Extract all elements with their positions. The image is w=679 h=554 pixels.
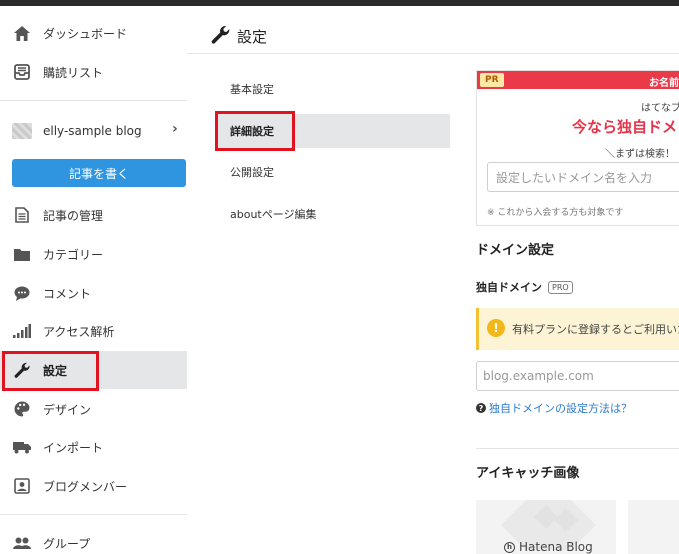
chevron-right-icon: ›: [172, 121, 178, 137]
hatena-blog-logo: h Hatena Blog: [504, 540, 593, 554]
domain-search-input[interactable]: 設定したいドメイン名を入力: [487, 162, 679, 192]
custom-domain-label: 独自ドメイン: [476, 281, 542, 294]
notice-text: 有料プランに登録するとご利用いた: [512, 323, 679, 336]
eyecatch-title: アイキャッチ画像: [476, 466, 580, 481]
sidebar-item-analytics[interactable]: アクセス解析: [0, 312, 187, 350]
header-divider: [187, 53, 679, 54]
custom-domain-input[interactable]: blog.example.com: [476, 361, 679, 391]
sidebar-item-import[interactable]: インポート: [0, 428, 187, 466]
sidebar-item-label: コメント: [43, 286, 92, 301]
sidebar-item-label: 記事の管理: [43, 208, 104, 223]
help-link-text: 独自ドメインの設定方法は？: [489, 402, 632, 415]
import-icon: [12, 437, 32, 457]
sidebar-item-dashboard[interactable]: ダッシュボード: [0, 14, 187, 52]
sidebar-item-group[interactable]: グループ: [0, 524, 187, 554]
advanced-settings-highlight-box: [215, 111, 295, 151]
write-article-button[interactable]: 記事を書く: [12, 159, 186, 187]
sidebar-item-label: インポート: [43, 440, 104, 455]
sidebar-item-label: カテゴリー: [43, 247, 104, 262]
pro-badge: PRO: [548, 280, 573, 294]
folder-icon: [12, 244, 32, 264]
warning-icon: !: [487, 319, 505, 337]
promo-bar-text: お名前.: [649, 78, 679, 89]
domain-settings-title: ドメイン設定: [476, 243, 555, 258]
sidebar-item-articles[interactable]: 記事の管理: [0, 196, 187, 234]
sidebar-item-subscriptions[interactable]: 購読リスト: [0, 53, 187, 91]
tab-publish-settings[interactable]: 公開設定: [218, 155, 450, 189]
home-icon: [12, 23, 32, 43]
tab-basic-settings[interactable]: 基本設定: [218, 72, 450, 106]
promo-headline: 今なら独自ドメ: [572, 118, 678, 136]
wrench-icon: [211, 25, 231, 48]
page-header: 設定: [211, 25, 268, 48]
promo-header-bar: PR お名前.: [477, 71, 679, 89]
sidebar-item-label: 購読リスト: [43, 65, 104, 80]
hatena-logo-icon: h: [504, 541, 515, 553]
tab-about-page-edit[interactable]: aboutページ編集: [218, 197, 450, 231]
sidebar-divider: [0, 514, 187, 515]
pr-tag: PR: [480, 73, 504, 87]
settings-highlight-box: [2, 351, 99, 391]
sidebar-divider: [0, 100, 187, 101]
pro-plan-notice: ! 有料プランに登録するとご利用いた: [476, 308, 679, 350]
palette-icon: [12, 399, 32, 419]
inbox-icon: [12, 62, 32, 82]
sidebar-item-design[interactable]: デザイン: [0, 390, 187, 428]
document-icon: [12, 205, 32, 225]
section-divider: [476, 448, 679, 449]
eyecatch-image-option[interactable]: [628, 500, 679, 554]
question-icon: ?: [476, 403, 486, 413]
member-icon: [12, 476, 32, 496]
comment-icon: [12, 283, 32, 303]
domain-help-link[interactable]: ? 独自ドメインの設定方法は？: [476, 400, 632, 416]
domain-promo-banner: PR お名前. はてなブ 今なら独自ドメ ＼まずは検索！ 設定したいドメイン名を…: [476, 70, 679, 226]
blog-thumbnail: [12, 123, 32, 139]
sidebar-item-label: ブログメンバー: [43, 479, 128, 494]
eyecatch-default-image[interactable]: h Hatena Blog: [476, 500, 616, 554]
promo-note: ※ これから入会する方も対象です: [487, 208, 624, 218]
sidebar-item-label: ダッシュボード: [43, 26, 128, 41]
blog-selector[interactable]: elly-sample blog ›: [0, 115, 187, 147]
sidebar-item-comments[interactable]: コメント: [0, 274, 187, 312]
sidebar-item-label: アクセス解析: [43, 324, 115, 339]
custom-domain-label-row: 独自ドメイン PRO: [476, 279, 573, 295]
promo-search-hint: ＼まずは検索！: [605, 149, 675, 160]
promo-subtext: はてなブ: [641, 103, 679, 114]
sidebar-item-label: グループ: [43, 536, 91, 551]
page-title: 設定: [237, 27, 268, 46]
hatena-logo-text: Hatena Blog: [519, 540, 593, 554]
sidebar-item-members[interactable]: ブログメンバー: [0, 467, 187, 505]
group-icon: [12, 533, 32, 553]
bar-chart-icon: [12, 321, 32, 341]
sidebar-item-label: デザイン: [43, 402, 92, 417]
sidebar-item-categories[interactable]: カテゴリー: [0, 235, 187, 273]
blog-name: elly-sample blog: [43, 124, 142, 138]
sidebar: ダッシュボード 購読リスト elly-sample blog › 記事を書く 記…: [0, 6, 187, 554]
